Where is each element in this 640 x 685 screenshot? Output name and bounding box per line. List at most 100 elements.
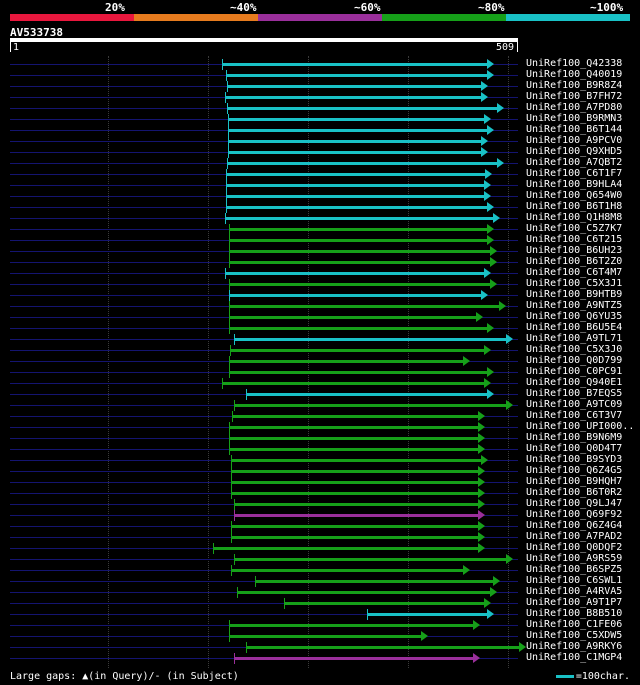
hit-segment[interactable]: [228, 635, 422, 638]
hit-name-link[interactable]: UniRef100_B9RMN3: [526, 113, 622, 124]
hit-segment[interactable]: [225, 195, 485, 198]
hit-segment[interactable]: [226, 85, 482, 88]
hit-segment[interactable]: [228, 426, 479, 429]
hit-segment[interactable]: [226, 107, 498, 110]
hit-segment[interactable]: [227, 151, 482, 154]
hit-name-link[interactable]: UniRef100_C5Z7K7: [526, 223, 622, 234]
hit-segment[interactable]: [230, 459, 482, 462]
hit-name-link[interactable]: UniRef100_C5X3J1: [526, 278, 622, 289]
hit-name-link[interactable]: UniRef100_Q0DQF2: [526, 542, 622, 553]
hit-segment[interactable]: [228, 305, 500, 308]
hit-name-link[interactable]: UniRef100_Q9LJ47: [526, 498, 622, 509]
hit-name-link[interactable]: UniRef100_B7FH72: [526, 91, 622, 102]
hit-segment[interactable]: [233, 503, 479, 506]
hit-name-link[interactable]: UniRef100_C6T215: [526, 234, 622, 245]
hit-name-link[interactable]: UniRef100_B9HLA4: [526, 179, 622, 190]
hit-name-link[interactable]: UniRef100_Q42338: [526, 58, 622, 69]
hit-name-link[interactable]: UniRef100_C5X3J0: [526, 344, 622, 355]
hit-name-link[interactable]: UniRef100_B9HQH7: [526, 476, 622, 487]
hit-name-link[interactable]: UniRef100_Q1H8M8: [526, 212, 622, 223]
hit-name-link[interactable]: UniRef100_Q6Z4G4: [526, 520, 622, 531]
hit-name-link[interactable]: UniRef100_C6T3V7: [526, 410, 622, 421]
hit-name-link[interactable]: UniRef100_Q0D799: [526, 355, 622, 366]
hit-segment[interactable]: [236, 591, 491, 594]
hit-name-link[interactable]: UniRef100_A9TL71: [526, 333, 622, 344]
hit-name-link[interactable]: UniRef100_A9T1P7: [526, 597, 622, 608]
hit-segment[interactable]: [228, 316, 477, 319]
hit-name-link[interactable]: UniRef100_B6T0R2: [526, 487, 622, 498]
hit-segment[interactable]: [233, 558, 506, 561]
hit-segment[interactable]: [233, 338, 506, 341]
hit-row[interactable]: UniRef100_C1MGP4: [0, 652, 640, 664]
hit-name-link[interactable]: UniRef100_A9RS59: [526, 553, 622, 564]
hit-name-link[interactable]: UniRef100_B9SYD3: [526, 454, 622, 465]
hit-segment[interactable]: [230, 481, 479, 484]
hit-segment[interactable]: [224, 272, 485, 275]
hit-name-link[interactable]: UniRef100_C6SWL1: [526, 575, 622, 586]
hit-segment[interactable]: [233, 404, 506, 407]
hit-segment[interactable]: [227, 118, 485, 121]
hit-segment[interactable]: [230, 492, 479, 495]
hit-name-link[interactable]: UniRef100_B6SPZ5: [526, 564, 622, 575]
hit-name-link[interactable]: UniRef100_Q40019: [526, 69, 622, 80]
hit-segment[interactable]: [231, 415, 479, 418]
hit-name-link[interactable]: UniRef100_B9HTB9: [526, 289, 622, 300]
hit-segment[interactable]: [228, 448, 479, 451]
hit-segment[interactable]: [225, 206, 488, 209]
hit-name-link[interactable]: UniRef100_C6T4M7: [526, 267, 622, 278]
hit-name-link[interactable]: UniRef100_B9N6M9: [526, 432, 622, 443]
hit-name-link[interactable]: UniRef100_A9RKY6: [526, 641, 622, 652]
hit-segment[interactable]: [221, 382, 485, 385]
hit-segment[interactable]: [228, 239, 488, 242]
hit-name-link[interactable]: UniRef100_Q0D4T7: [526, 443, 622, 454]
hit-segment[interactable]: [230, 536, 479, 539]
hit-segment[interactable]: [228, 624, 474, 627]
hit-segment[interactable]: [245, 393, 488, 396]
hit-name-link[interactable]: UniRef100_A9PCV0: [526, 135, 622, 146]
hit-segment[interactable]: [284, 602, 485, 605]
hit-segment[interactable]: [228, 327, 488, 330]
hit-segment[interactable]: [229, 349, 485, 352]
hit-segment[interactable]: [228, 360, 464, 363]
hit-name-link[interactable]: UniRef100_C1MGP4: [526, 652, 622, 663]
hit-segment[interactable]: [230, 569, 464, 572]
hit-name-link[interactable]: UniRef100_B6U5E4: [526, 322, 622, 333]
hit-segment[interactable]: [225, 184, 485, 187]
hit-segment[interactable]: [228, 261, 491, 264]
hit-segment[interactable]: [212, 547, 479, 550]
hit-segment[interactable]: [228, 294, 482, 297]
hit-segment[interactable]: [224, 217, 494, 220]
hit-segment[interactable]: [228, 250, 491, 253]
hit-name-link[interactable]: UniRef100_C1FE06: [526, 619, 622, 630]
hit-segment[interactable]: [225, 173, 486, 176]
hit-name-link[interactable]: UniRef100_B6T144: [526, 124, 622, 135]
hit-name-link[interactable]: UniRef100_A7PAD2: [526, 531, 622, 542]
hit-name-link[interactable]: UniRef100_C0PC91: [526, 366, 622, 377]
hit-segment[interactable]: [228, 437, 479, 440]
hit-segment[interactable]: [245, 646, 519, 649]
hit-segment[interactable]: [254, 580, 494, 583]
hit-name-link[interactable]: UniRef100_B6T2Z0: [526, 256, 622, 267]
hit-segment[interactable]: [226, 162, 498, 165]
hit-name-link[interactable]: UniRef100_A7QBT2: [526, 157, 622, 168]
hit-name-link[interactable]: UniRef100_B7EQS5: [526, 388, 622, 399]
hit-name-link[interactable]: UniRef100_B9R8Z4: [526, 80, 622, 91]
hit-segment[interactable]: [233, 657, 474, 660]
hit-name-link[interactable]: UniRef100_Q6YU35: [526, 311, 622, 322]
hit-name-link[interactable]: UniRef100_Q9XHD5: [526, 146, 622, 157]
hit-name-link[interactable]: UniRef100_C5XDW5: [526, 630, 622, 641]
hit-segment[interactable]: [228, 283, 491, 286]
hit-name-link[interactable]: UniRef100_A4RVA5: [526, 586, 622, 597]
hit-name-link[interactable]: UniRef100_B6UH23: [526, 245, 622, 256]
hit-segment[interactable]: [230, 525, 479, 528]
hit-segment[interactable]: [367, 613, 488, 616]
hit-segment[interactable]: [230, 470, 479, 473]
hit-name-link[interactable]: UniRef100_C6T1F7: [526, 168, 622, 179]
hit-name-link[interactable]: UniRef100_Q940E1: [526, 377, 622, 388]
hit-segment[interactable]: [228, 228, 488, 231]
hit-name-link[interactable]: UniRef100_A7PD80: [526, 102, 622, 113]
hit-segment[interactable]: [224, 96, 482, 99]
hit-segment[interactable]: [233, 514, 479, 517]
hit-segment[interactable]: [225, 74, 488, 77]
hit-name-link[interactable]: UniRef100_Q654W0: [526, 190, 622, 201]
